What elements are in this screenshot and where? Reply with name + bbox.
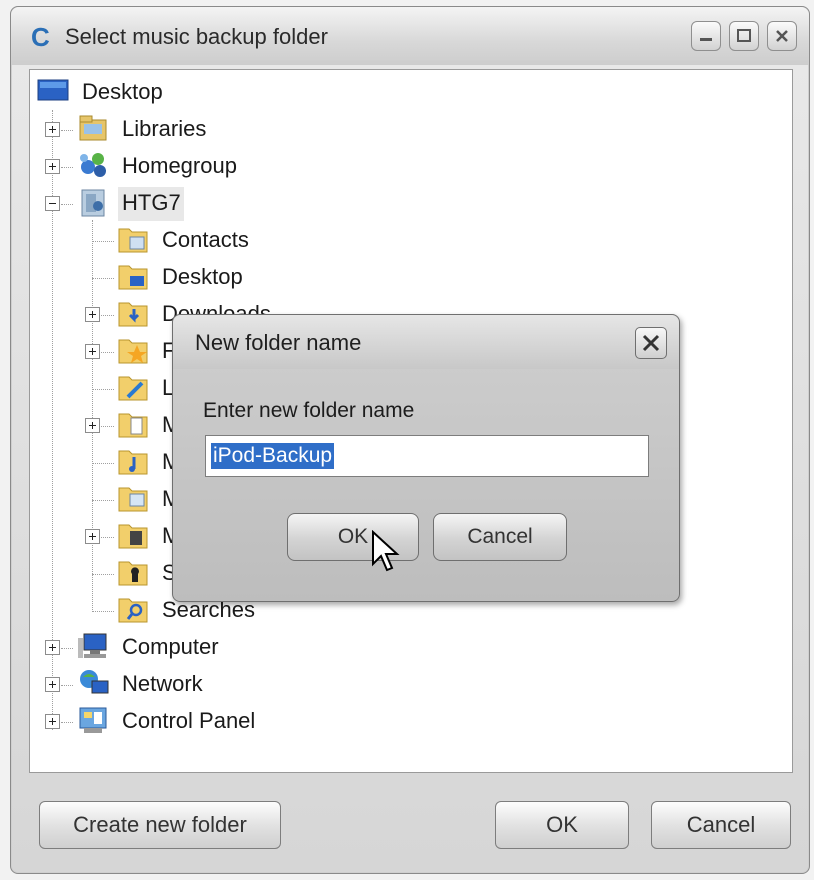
tree-line xyxy=(61,648,73,649)
expand-computer[interactable] xyxy=(45,640,60,655)
tree-line xyxy=(92,574,114,575)
tree-item-contacts[interactable]: Contacts xyxy=(162,227,249,253)
tree-line xyxy=(92,241,114,242)
tree-item-computer[interactable]: Computer xyxy=(122,634,219,660)
contacts-folder-icon xyxy=(116,223,152,255)
saved-games-folder-icon xyxy=(116,556,152,588)
minimize-icon xyxy=(700,38,712,41)
maximize-icon xyxy=(737,29,751,42)
dialog-title-bar[interactable]: New folder name xyxy=(173,315,679,369)
tree-line xyxy=(92,611,114,612)
close-button[interactable] xyxy=(767,21,797,51)
tree-item-desktop[interactable]: Desktop xyxy=(82,79,163,105)
minimize-button[interactable] xyxy=(691,21,721,51)
tree-item-control-panel[interactable]: Control Panel xyxy=(122,708,255,734)
links-folder-icon xyxy=(116,371,152,403)
tree-line xyxy=(101,426,114,427)
libraries-icon xyxy=(76,112,112,144)
tree-line xyxy=(61,722,73,723)
searches-folder-icon xyxy=(116,593,152,625)
expand-downloads[interactable] xyxy=(85,307,100,322)
control-panel-icon xyxy=(76,704,112,736)
dialog-prompt: Enter new folder name xyxy=(203,399,415,422)
expand-homegroup[interactable] xyxy=(45,159,60,174)
tree-line xyxy=(92,500,114,501)
downloads-folder-icon xyxy=(116,297,152,329)
create-new-folder-button[interactable]: Create new folder xyxy=(39,801,281,849)
collapse-htg7[interactable] xyxy=(45,196,60,211)
tree-line xyxy=(92,389,114,390)
ok-button[interactable]: OK xyxy=(495,801,629,849)
close-icon xyxy=(642,334,660,352)
expand-network[interactable] xyxy=(45,677,60,692)
folder-name-value[interactable]: iPod-Backup xyxy=(211,443,335,469)
mouse-pointer-icon xyxy=(372,530,400,572)
tree-line xyxy=(61,204,73,205)
tree-line xyxy=(101,352,114,353)
dialog-close-button[interactable] xyxy=(635,327,667,359)
dialog-title: New folder name xyxy=(195,330,362,355)
tree-line xyxy=(101,537,114,538)
tree-item-homegroup[interactable]: Homegroup xyxy=(122,153,237,179)
user-folder-icon xyxy=(76,186,112,218)
maximize-button[interactable] xyxy=(729,21,759,51)
pictures-folder-icon xyxy=(116,482,152,514)
desktop-icon xyxy=(36,76,72,108)
videos-folder-icon xyxy=(116,519,152,551)
dialog-cancel-button[interactable]: Cancel xyxy=(433,513,567,561)
music-folder-icon xyxy=(116,445,152,477)
tree-line xyxy=(61,167,73,168)
tree-line xyxy=(61,130,73,131)
tree-line xyxy=(101,315,114,316)
tree-item-libraries[interactable]: Libraries xyxy=(122,116,206,142)
tree-line xyxy=(61,685,73,686)
tree-item-network[interactable]: Network xyxy=(122,671,203,697)
new-folder-dialog: New folder name Enter new folder name iP… xyxy=(172,314,680,602)
favorites-folder-icon xyxy=(116,334,152,366)
desktop-folder-icon xyxy=(116,260,152,292)
network-icon xyxy=(76,667,112,699)
expand-libraries[interactable] xyxy=(45,122,60,137)
expand-documents[interactable] xyxy=(85,418,100,433)
computer-icon xyxy=(76,630,112,662)
tree-item-htg7[interactable]: HTG7 xyxy=(122,190,181,216)
window-title: Select music backup folder xyxy=(65,24,328,49)
expand-videos[interactable] xyxy=(85,529,100,544)
cancel-button[interactable]: Cancel xyxy=(651,801,791,849)
app-c-icon: C xyxy=(31,22,50,52)
tree-line xyxy=(92,278,114,279)
expand-control-panel[interactable] xyxy=(45,714,60,729)
homegroup-icon xyxy=(76,149,112,181)
expand-favorites[interactable] xyxy=(85,344,100,359)
title-bar[interactable]: C Select music backup folder xyxy=(11,7,809,65)
tree-item-desktop-child[interactable]: Desktop xyxy=(162,264,243,290)
close-icon xyxy=(776,30,788,42)
tree-line xyxy=(92,463,114,464)
documents-folder-icon xyxy=(116,408,152,440)
